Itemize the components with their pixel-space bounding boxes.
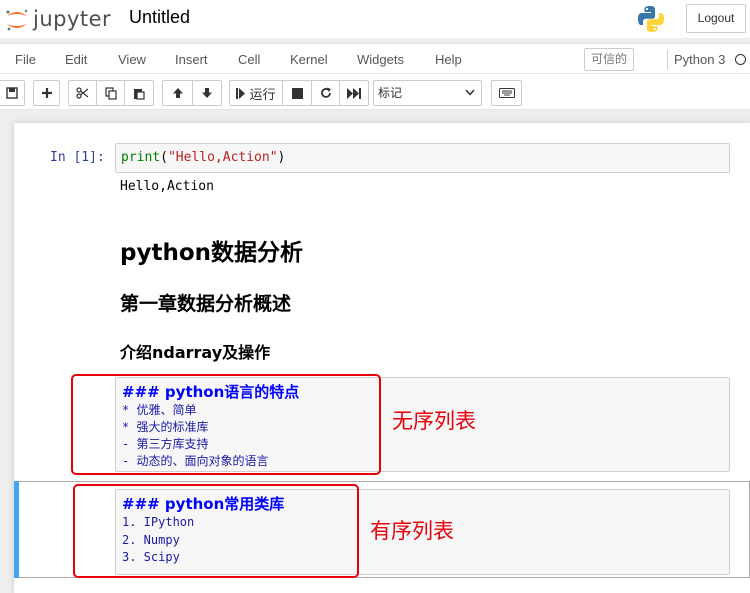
jupyter-orbit-icon <box>6 9 28 31</box>
keyboard-icon <box>498 88 515 98</box>
restart-icon <box>320 87 331 98</box>
menu-view[interactable]: View <box>118 52 146 67</box>
header: jupyter Untitled Logout <box>0 0 750 38</box>
annotation-label-unordered: 无序列表 <box>392 409 476 433</box>
stop-icon <box>291 87 303 99</box>
command-palette-button[interactable] <box>491 80 522 106</box>
save-button[interactable] <box>0 80 25 106</box>
paste-button[interactable] <box>124 80 154 106</box>
menu-kernel[interactable]: Kernel <box>290 52 328 67</box>
arrow-down-icon <box>202 88 212 98</box>
python-logo-icon <box>638 6 664 32</box>
run-button-label: 运行 <box>249 87 276 103</box>
copy-button[interactable] <box>96 80 125 106</box>
markdown-heading-2[interactable]: 第一章数据分析概述 <box>120 289 291 316</box>
move-up-button[interactable] <box>162 80 193 106</box>
cell-type-select[interactable]: 标记 <box>373 80 482 106</box>
menubar: File Edit View Insert Cell Kernel Widget… <box>0 43 750 74</box>
menu-widgets[interactable]: Widgets <box>357 52 404 67</box>
trusted-badge[interactable]: 可信的 <box>584 48 634 71</box>
move-down-button[interactable] <box>192 80 222 106</box>
logout-button[interactable]: Logout <box>686 4 746 33</box>
scissors-icon <box>76 87 89 99</box>
code-cell-input[interactable]: print("Hello,Action") <box>115 143 730 173</box>
chevron-down-icon <box>465 89 475 96</box>
jupyter-notebook-window: jupyter Untitled Logout File Edit View I… <box>0 0 750 593</box>
cell-type-value: 标记 <box>378 86 403 100</box>
annotation-box-ordered <box>73 484 359 578</box>
menu-help[interactable]: Help <box>435 52 462 67</box>
paste-icon <box>134 88 145 100</box>
kernel-status-indicator <box>735 54 746 65</box>
notebook-title[interactable]: Untitled <box>129 7 190 28</box>
menu-file[interactable]: File <box>15 52 36 67</box>
run-button[interactable]: 运行 <box>229 80 283 106</box>
code-close-paren: ) <box>277 150 286 165</box>
code-string-literal: "Hello,Action" <box>167 150 278 165</box>
restart-run-all-button[interactable] <box>339 80 369 106</box>
kernel-separator <box>667 50 668 69</box>
step-forward-icon <box>236 87 246 99</box>
cut-button[interactable] <box>68 80 97 106</box>
annotation-box-unordered <box>71 374 381 475</box>
plus-icon <box>41 88 52 98</box>
code-open-paren: ( <box>160 150 168 165</box>
code-function-name: print <box>121 150 161 165</box>
kernel-name: Python 3 <box>674 52 726 67</box>
cell-prompt: In [1]: <box>50 150 105 165</box>
annotation-label-ordered: 有序列表 <box>370 519 454 543</box>
restart-button[interactable] <box>311 80 340 106</box>
insert-cell-button[interactable] <box>33 80 60 106</box>
menu-insert[interactable]: Insert <box>175 52 208 67</box>
copy-icon <box>104 86 117 100</box>
toolbar: 运行 标记 <box>0 74 750 110</box>
arrow-up-icon <box>172 88 183 98</box>
jupyter-logo[interactable]: jupyter <box>4 5 116 33</box>
jupyter-wordmark: jupyter <box>33 7 112 31</box>
code-cell-output: Hello,Action <box>120 179 214 194</box>
menu-cell[interactable]: Cell <box>238 52 260 67</box>
markdown-heading-3[interactable]: 介绍ndarray及操作 <box>120 339 270 363</box>
fast-forward-icon <box>347 87 361 99</box>
interrupt-button[interactable] <box>282 80 312 106</box>
save-icon <box>5 87 18 99</box>
menu-edit[interactable]: Edit <box>65 52 87 67</box>
markdown-heading-1[interactable]: python数据分析 <box>120 233 303 267</box>
